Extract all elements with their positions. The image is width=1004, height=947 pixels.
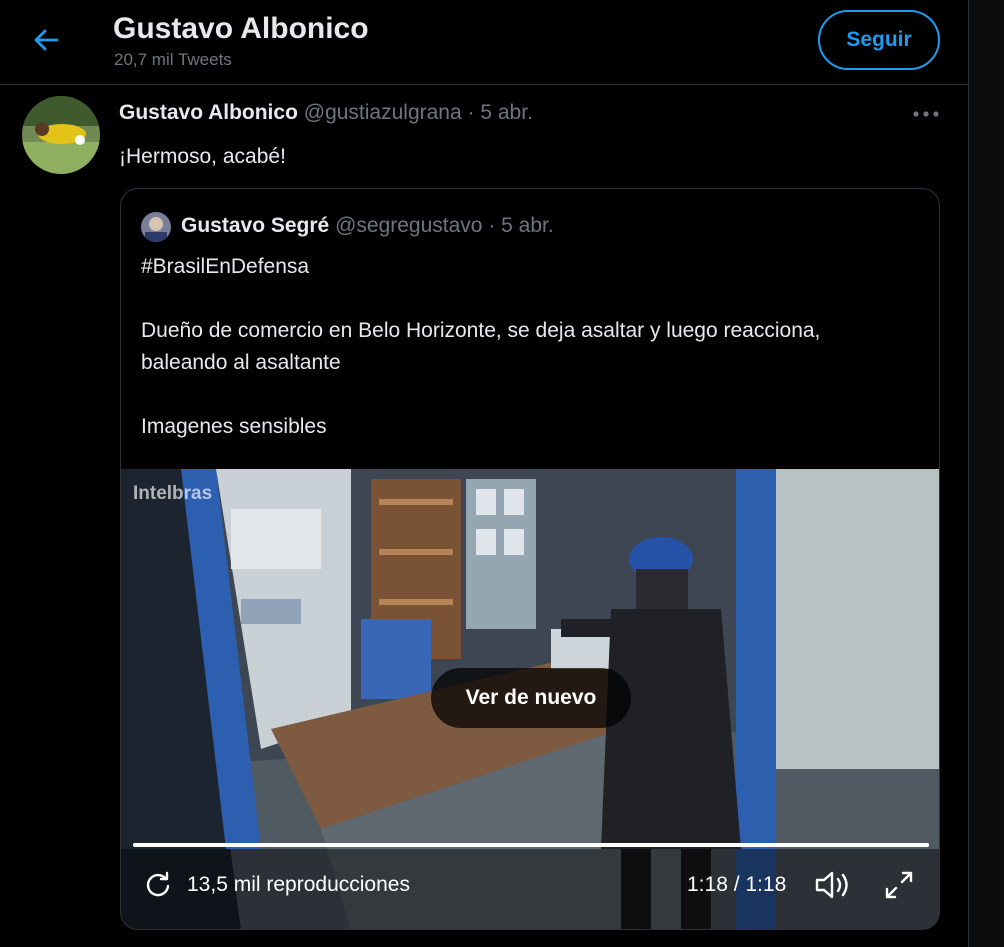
quoted-author-name[interactable]: Gustavo Segré [181,214,329,237]
replay-button[interactable]: Ver de nuevo [431,668,631,728]
quoted-avatar[interactable] [141,212,171,242]
volume-icon [815,871,848,899]
quoted-separator: · [482,214,502,237]
quoted-line [141,283,820,315]
tweet-text: ¡Hermoso, acabé! [119,145,286,168]
quoted-line: Imagenes sensibles [141,415,327,438]
tweet-count: 20,7 mil Tweets [114,50,232,69]
tweet-date[interactable]: 5 abr. [480,101,533,124]
profile-name: Gustavo Albonico [113,12,369,45]
fullscreen-button[interactable] [883,865,915,905]
tweet-author-handle[interactable]: @gustiazulgrana [304,101,462,124]
video-watermark: Intelbras [133,483,213,504]
follow-button[interactable]: Seguir [818,10,940,70]
tweet-author-name[interactable]: Gustavo Albonico [119,101,298,124]
fullscreen-icon [885,871,913,899]
replay-views-icon [146,871,170,897]
video-progress-fill [133,843,929,847]
video-progress-bar[interactable] [133,843,929,847]
video-player[interactable]: Intelbras Ver de nuevo 13,5 mil reproduc… [121,469,939,929]
tweet-separator: · [461,101,481,124]
back-button[interactable] [22,20,70,60]
quoted-header: Gustavo Segré @segregustavo · 5 abr. [181,214,554,238]
quoted-author-handle[interactable]: @segregustavo [335,214,482,237]
volume-button[interactable] [813,865,853,905]
arrow-left-icon [34,29,59,51]
more-options-button[interactable] [900,96,952,132]
quoted-text: #BrasilEnDefensa Dueño de comercio en Be… [141,251,820,443]
quoted-line: #BrasilEnDefensa [141,255,310,278]
quoted-date[interactable]: 5 abr. [501,214,554,237]
quoted-line [141,379,820,411]
quoted-line: baleando al asaltante [141,351,341,374]
quoted-tweet[interactable]: Gustavo Segré @segregustavo · 5 abr. #Br… [120,188,940,930]
avatar[interactable] [22,96,100,174]
tweet-header: Gustavo Albonico @gustiazulgrana · 5 abr… [119,101,533,125]
quoted-line: Dueño de comercio en Belo Horizonte, se … [141,319,821,342]
video-time: 1:18 / 1:18 [687,873,787,896]
views-count: 13,5 mil reproducciones [187,873,410,896]
profile-header: Gustavo Albonico 20,7 mil Tweets Seguir [0,0,968,85]
video-views: 13,5 mil reproducciones [143,865,410,905]
right-gutter [969,0,1004,947]
more-horizontal-icon [913,111,939,117]
